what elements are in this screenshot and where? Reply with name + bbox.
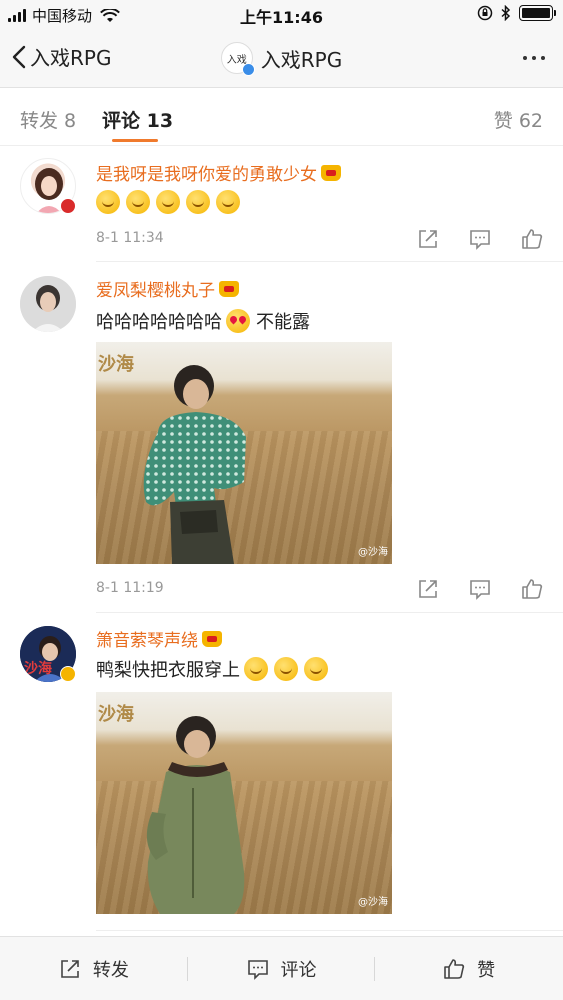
comment-label: 评论 <box>280 959 317 981</box>
tab-comment[interactable]: 评论 13 <box>102 106 173 133</box>
verified-badge-icon <box>60 666 76 682</box>
comment-text-part: 不能露 <box>256 312 310 333</box>
pleading-face-icon <box>274 657 298 681</box>
comment-username[interactable]: 是我呀是我呀你爱的勇敢少女 <box>96 160 341 185</box>
comment-button[interactable]: 评论 <box>188 937 376 1000</box>
comment-divider <box>96 930 563 931</box>
nav-title[interactable]: 入戏 入戏RPG <box>0 42 563 76</box>
like-icon <box>444 958 465 979</box>
member-badge-icon <box>60 198 76 214</box>
photo-figure <box>146 716 245 914</box>
comment-time: 8-1 11:19 <box>96 580 164 596</box>
comment-icon <box>247 959 268 980</box>
like-icon[interactable] <box>521 578 543 600</box>
comment-text: 鸭梨快把衣服穿上 <box>96 656 334 682</box>
crown-icon <box>321 164 341 181</box>
photo-watermark: @沙海 <box>358 897 388 908</box>
active-tab-indicator <box>112 139 158 142</box>
photo-watermark: @沙海 <box>358 547 388 558</box>
reply-icon[interactable] <box>469 228 491 250</box>
comment-text <box>96 190 246 214</box>
like-icon[interactable] <box>521 228 543 250</box>
pleading-face-icon <box>126 190 150 214</box>
comment-username-text: 箫音萦琴声绕 <box>96 631 198 651</box>
comment-time: 8-1 11:34 <box>96 230 164 246</box>
comment-username-text: 爱凤梨樱桃丸子 <box>96 281 215 301</box>
pleading-face-icon <box>156 190 180 214</box>
pleading-face-icon <box>216 190 240 214</box>
avatar-photo <box>20 276 76 332</box>
repost-label: 转发 <box>92 959 129 981</box>
comment-photo[interactable]: 沙海 @沙海 <box>96 342 392 564</box>
comment-divider <box>96 261 563 262</box>
share-icon[interactable] <box>417 228 439 250</box>
bluetooth-icon <box>501 5 511 21</box>
more-options-icon[interactable] <box>523 56 545 60</box>
comment-tabs: 转发 8 评论 13 赞 62 <box>0 88 563 146</box>
like-button[interactable]: 赞 <box>375 937 563 1000</box>
comment-text-part: 哈哈哈哈哈哈哈 <box>96 312 222 333</box>
page-title: 入戏RPG <box>260 47 343 72</box>
repost-button[interactable]: 转发 <box>0 937 188 1000</box>
share-icon[interactable] <box>417 578 439 600</box>
crown-icon <box>202 630 222 647</box>
crown-icon <box>219 280 239 297</box>
like-label: 赞 <box>477 959 496 981</box>
avatar[interactable] <box>20 276 76 332</box>
tab-repost[interactable]: 转发 8 <box>20 106 76 133</box>
nav-bar: 入戏RPG 入戏 入戏RPG <box>0 28 563 88</box>
comment-username[interactable]: 爱凤梨樱桃丸子 <box>96 276 239 301</box>
comment-username[interactable]: 箫音萦琴声绕 <box>96 626 222 651</box>
reply-icon[interactable] <box>469 578 491 600</box>
battery-icon <box>519 5 556 21</box>
avatar-text: 沙海 <box>24 661 52 677</box>
photo-figure <box>143 365 246 564</box>
comment-actions <box>417 228 543 250</box>
status-right <box>477 5 556 21</box>
pleading-face-icon <box>96 190 120 214</box>
comment-divider <box>96 612 563 613</box>
tab-like[interactable]: 赞 62 <box>494 106 543 133</box>
comment-actions <box>417 578 543 600</box>
share-icon <box>61 959 79 978</box>
rotation-lock-icon <box>477 5 493 21</box>
verified-badge-icon <box>241 63 255 76</box>
comment-photo[interactable]: 沙海 @沙海 <box>96 692 392 914</box>
account-avatar: 入戏 <box>220 42 255 76</box>
pleading-face-icon <box>244 657 268 681</box>
pleading-face-icon <box>304 657 328 681</box>
comment-text: 哈哈哈哈哈哈哈 不能露 <box>96 308 310 334</box>
comment-text-part: 鸭梨快把衣服穿上 <box>96 660 240 681</box>
pleading-face-icon <box>186 190 210 214</box>
bottom-action-bar: 转发 评论 赞 <box>0 936 563 1000</box>
status-bar: 中国移动 上午11:46 <box>0 0 563 28</box>
comment-username-text: 是我呀是我呀你爱的勇敢少女 <box>96 165 317 185</box>
heart-eyes-icon <box>226 309 250 333</box>
